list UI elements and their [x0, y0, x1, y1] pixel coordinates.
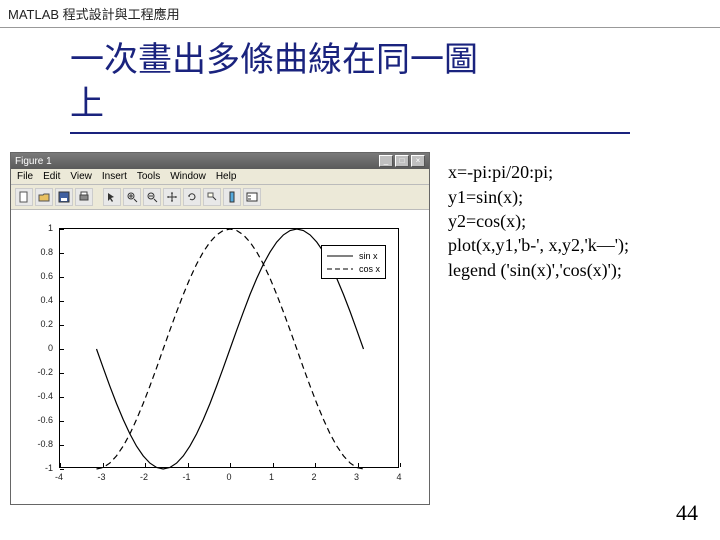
x-tick-label: 2	[311, 472, 316, 482]
zoom-in-icon[interactable]	[123, 188, 141, 206]
x-tick-label: 1	[269, 472, 274, 482]
matlab-figure-window: Figure 1 _ □ × File Edit View Insert Too…	[10, 152, 430, 505]
window-min-button[interactable]: _	[379, 155, 393, 167]
x-tick-label: 4	[396, 472, 401, 482]
legend-label-cos: cos x	[359, 264, 380, 274]
legend-icon[interactable]	[243, 188, 261, 206]
y-tick-label: 0.8	[17, 247, 53, 257]
x-tick-label: -2	[140, 472, 148, 482]
menu-insert[interactable]: Insert	[102, 171, 127, 182]
y-tick-label: -0.4	[17, 391, 53, 401]
menu-window[interactable]: Window	[170, 171, 206, 182]
zoom-out-icon[interactable]	[143, 188, 161, 206]
figure-menubar: File Edit View Insert Tools Window Help	[11, 169, 429, 185]
x-tick-label: 3	[354, 472, 359, 482]
chart: sin x cos x -1 -0.8 -0.6 -0.4 -0.2 0 0.2 0.4 0.6…	[17, 218, 417, 498]
legend-label-sin: sin x	[359, 251, 378, 261]
window-max-button[interactable]: □	[395, 155, 409, 167]
y-tick-label: -0.2	[17, 367, 53, 377]
new-icon[interactable]	[15, 188, 33, 206]
figure-title-text: Figure 1	[15, 156, 52, 167]
legend-row-cos: cos x	[327, 262, 380, 275]
figure-toolbar	[11, 185, 429, 210]
x-tick-label: -1	[182, 472, 190, 482]
y-tick-label: -0.8	[17, 439, 53, 449]
y-tick-label: -1	[17, 463, 53, 473]
code-line-1: x=-pi:pi/20:pi;	[448, 160, 629, 184]
colorbar-icon[interactable]	[223, 188, 241, 206]
legend-sample-dash	[327, 264, 353, 274]
menu-tools[interactable]: Tools	[137, 171, 160, 182]
y-tick-label: 0.4	[17, 295, 53, 305]
slide-title: 一次畫出多條曲線在同一圖 上	[0, 28, 720, 126]
legend-sample-solid	[327, 251, 353, 261]
legend-row-sin: sin x	[327, 249, 380, 262]
page-number: 44	[676, 500, 698, 526]
menu-help[interactable]: Help	[216, 171, 237, 182]
y-tick-label: 0.6	[17, 271, 53, 281]
chart-axes-box: sin x cos x	[59, 228, 399, 468]
code-listing: x=-pi:pi/20:pi; y1=sin(x); y2=cos(x); pl…	[448, 152, 629, 281]
figure-titlebar: Figure 1 _ □ ×	[11, 153, 429, 169]
pan-icon[interactable]	[163, 188, 181, 206]
code-line-2: y1=sin(x);	[448, 185, 629, 209]
title-line-1: 一次畫出多條曲線在同一圖	[70, 38, 720, 82]
arrow-icon[interactable]	[103, 188, 121, 206]
menu-edit[interactable]: Edit	[43, 171, 60, 182]
code-line-3: y2=cos(x);	[448, 209, 629, 233]
menu-view[interactable]: View	[70, 171, 92, 182]
rotate-icon[interactable]	[183, 188, 201, 206]
x-tick-label: -3	[97, 472, 105, 482]
x-tick-label: -4	[55, 472, 63, 482]
print-icon[interactable]	[75, 188, 93, 206]
y-tick-label: 1	[17, 223, 53, 233]
window-close-button[interactable]: ×	[411, 155, 425, 167]
figure-plot-area: sin x cos x -1 -0.8 -0.6 -0.4 -0.2 0 0.2 0.4 0.6…	[11, 210, 429, 504]
chart-legend: sin x cos x	[321, 245, 386, 279]
y-tick-label: 0	[17, 343, 53, 353]
x-tick-label: 0	[226, 472, 231, 482]
data-cursor-icon[interactable]	[203, 188, 221, 206]
code-line-5: legend ('sin(x)','cos(x)');	[448, 258, 629, 282]
y-tick-label: 0.2	[17, 319, 53, 329]
menu-file[interactable]: File	[17, 171, 33, 182]
open-icon[interactable]	[35, 188, 53, 206]
title-line-2: 上	[70, 82, 720, 126]
code-line-4: plot(x,y1,'b-', x,y2,'k—');	[448, 233, 629, 257]
save-icon[interactable]	[55, 188, 73, 206]
y-tick-label: -0.6	[17, 415, 53, 425]
course-header: MATLAB 程式設計與工程應用	[0, 0, 720, 28]
